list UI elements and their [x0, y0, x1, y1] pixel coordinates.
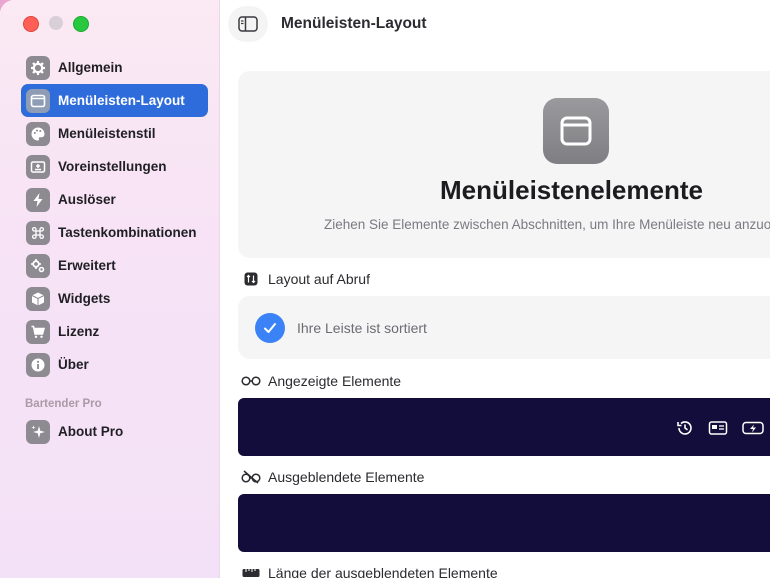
- sidebar-item-label: About Pro: [58, 424, 124, 439]
- sidebar-item-label: Voreinstellungen: [58, 159, 167, 174]
- sidebar-item-label: Lizenz: [58, 324, 100, 339]
- section-label: Layout auf Abruf: [268, 271, 370, 287]
- sidebar-item-label: Menüleistenstil: [58, 126, 156, 141]
- sidebar-item-about-pro[interactable]: About Pro: [21, 415, 208, 448]
- sidebar-item-label: Widgets: [58, 291, 111, 306]
- gears-icon: [26, 253, 50, 278]
- sidebar-item-label: Erweitert: [58, 258, 116, 273]
- gear-icon: [26, 55, 50, 80]
- minimize-button[interactable]: [49, 16, 63, 30]
- sidebar-item-lizenz[interactable]: Lizenz: [21, 315, 208, 348]
- window-controls: [23, 16, 89, 32]
- ruler-icon: [241, 568, 261, 578]
- id-card-icon[interactable]: [708, 420, 728, 436]
- battery-icon[interactable]: [742, 421, 764, 435]
- sidebar-item-menueleisten-layout[interactable]: Menüleisten-Layout: [21, 84, 208, 117]
- sidebar-item-tastenkombinationen[interactable]: Tastenkombinationen: [21, 216, 208, 249]
- layout-on-demand-header: Layout auf Abruf: [241, 271, 370, 287]
- hero-title: Menüleistenelemente: [440, 175, 703, 205]
- hidden-items-bar[interactable]: [238, 494, 770, 552]
- window-icon: [26, 88, 50, 113]
- sidebar: Allgemein Menüleisten-Layout Menüleisten…: [0, 0, 220, 578]
- sidebar-item-erweitert[interactable]: Erweitert: [21, 249, 208, 282]
- hero-subtitle: Ziehen Sie Elemente zwischen Abschnitten…: [324, 217, 770, 232]
- settings-window: Allgemein Menüleisten-Layout Menüleisten…: [0, 0, 770, 578]
- section-label: Angezeigte Elemente: [268, 373, 402, 389]
- sidebar-item-label: Über: [58, 357, 89, 372]
- sidebar-toggle-button[interactable]: [228, 6, 268, 42]
- cube-icon: [26, 286, 50, 311]
- sidebar-item-label: Tastenkombinationen: [58, 225, 197, 240]
- hidden-length-header: Länge der ausgeblendeten Elemente: [241, 565, 498, 578]
- palette-icon: [26, 121, 50, 146]
- sidebar-item-widgets[interactable]: Widgets: [21, 282, 208, 315]
- sort-icon: [241, 272, 261, 286]
- section-label: Länge der ausgeblendeten Elemente: [268, 565, 498, 578]
- checkmark-icon: [255, 313, 285, 343]
- preset-icon: [26, 154, 50, 179]
- shown-items-bar[interactable]: [238, 398, 770, 456]
- sidebar-toggle-icon: [238, 16, 258, 32]
- section-label: Ausgeblendete Elemente: [268, 469, 425, 485]
- glasses-icon: [241, 375, 261, 387]
- cart-icon: [26, 319, 50, 344]
- menu-bar-items-card: Menüleistenelemente Ziehen Sie Elemente …: [238, 71, 770, 258]
- sidebar-item-menueleistenstil[interactable]: Menüleistenstil: [21, 117, 208, 150]
- sidebar-item-voreinstellungen[interactable]: Voreinstellungen: [21, 150, 208, 183]
- sidebar-item-label: Allgemein: [58, 60, 123, 75]
- sidebar-section-label: Bartender Pro: [25, 398, 102, 410]
- history-icon[interactable]: [676, 419, 694, 437]
- page-title: Menüleisten-Layout: [281, 15, 427, 32]
- sidebar-item-label: Auslöser: [58, 192, 116, 207]
- sidebar-nav: Allgemein Menüleisten-Layout Menüleisten…: [21, 51, 208, 381]
- sort-status-card: Ihre Leiste ist sortiert: [238, 296, 770, 359]
- sparkle-icon: [26, 419, 50, 444]
- info-icon: [26, 352, 50, 377]
- shown-items-header: Angezeigte Elemente: [241, 373, 401, 389]
- close-button[interactable]: [23, 16, 39, 32]
- sidebar-item-label: Menüleisten-Layout: [58, 93, 185, 108]
- sidebar-item-ueber[interactable]: Über: [21, 348, 208, 381]
- sidebar-pro-nav: About Pro: [21, 415, 208, 448]
- hidden-glasses-icon: [241, 470, 261, 484]
- hidden-items-header: Ausgeblendete Elemente: [241, 469, 424, 485]
- bolt-icon: [26, 187, 50, 212]
- menubar-window-icon: [543, 98, 609, 164]
- sidebar-item-allgemein[interactable]: Allgemein: [21, 51, 208, 84]
- zoom-button[interactable]: [73, 16, 89, 32]
- sidebar-item-ausloeser[interactable]: Auslöser: [21, 183, 208, 216]
- sort-status-text: Ihre Leiste ist sortiert: [297, 320, 427, 336]
- command-icon: [26, 220, 50, 245]
- shown-items-list: [676, 419, 764, 437]
